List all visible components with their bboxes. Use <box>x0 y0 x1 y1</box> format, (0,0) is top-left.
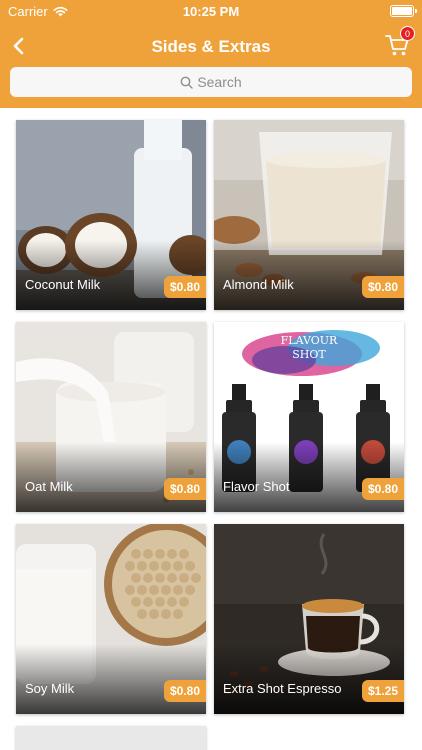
price-badge: $1.25 <box>361 680 404 702</box>
status-time: 10:25 PM <box>182 4 240 19</box>
product-card-flavor-shot[interactable]: FLAVOUR SHOT Flavor Shot $0.80 <box>214 322 404 512</box>
product-name: Almond Milk <box>223 277 294 292</box>
page-title: Sides & Extras <box>151 37 271 56</box>
status-bar: Carrier 10:25 PM <box>0 0 422 24</box>
product-name: Oat Milk <box>25 479 73 494</box>
search-input[interactable]: Search <box>10 67 412 97</box>
price-badge: $0.80 <box>361 478 404 500</box>
product-name: Coconut Milk <box>25 277 101 292</box>
search-icon <box>180 76 194 89</box>
battery-icon <box>390 5 417 17</box>
flavour-shot-headline: FLAVOUR <box>281 334 338 347</box>
product-card-almond-milk[interactable]: Almond Milk $0.80 <box>214 120 404 310</box>
price-badge: $0.80 <box>163 276 206 298</box>
cart-count-badge: 0 <box>400 26 415 41</box>
price-badge: $0.80 <box>361 276 404 298</box>
price-badge: $0.80 <box>163 478 206 500</box>
product-card-extra-shot-espresso[interactable]: Extra Shot Espresso $1.25 <box>214 524 404 714</box>
product-card-oat-milk[interactable]: Oat Milk $0.80 <box>16 322 206 512</box>
flavour-shot-headline-2: SHOT <box>292 348 326 361</box>
product-name: Extra Shot Espresso <box>223 681 342 696</box>
product-name: Soy Milk <box>25 681 75 696</box>
search-placeholder: Search <box>197 74 242 90</box>
price-badge: $0.80 <box>163 680 206 702</box>
cart-button[interactable]: 0 <box>384 26 415 58</box>
product-card-coconut-milk[interactable]: Coconut Milk $0.80 <box>16 120 206 310</box>
product-card-partial[interactable] <box>16 726 206 750</box>
nav-bar: Sides & Extras 0 Search <box>0 24 422 108</box>
product-card-soy-milk[interactable]: Soy Milk $0.80 <box>16 524 206 714</box>
product-name: Flavor Shot <box>223 479 290 494</box>
